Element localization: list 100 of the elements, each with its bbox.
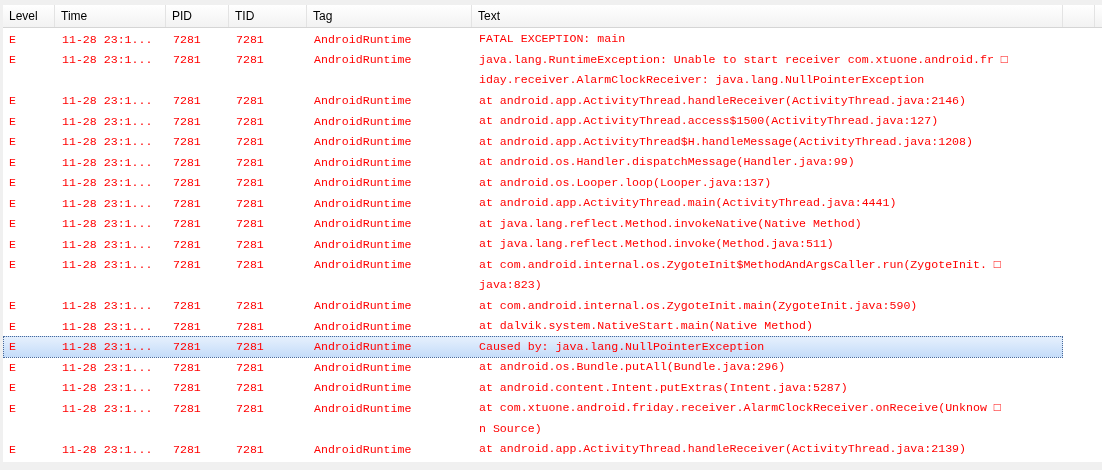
table-cell-text: 7281 bbox=[235, 441, 264, 458]
table-cell-text: 7281 bbox=[172, 113, 201, 130]
table-cell-text: 7281 bbox=[235, 298, 264, 315]
column-header[interactable]: TID bbox=[229, 5, 307, 27]
table-cell-text: AndroidRuntime bbox=[313, 380, 412, 397]
table-cell-text: 7281 bbox=[172, 400, 201, 417]
log-message: at com.xtuone.android.friday.receiver.AlarmClockReceiver.onReceive(Unknow □ n Source) bbox=[479, 400, 1001, 437]
log-row[interactable]: E 11-28 23:1... 7281 7281 AndroidRuntime at android.content.Intent.putExtras(Intent.java:5287) bbox=[3, 376, 1063, 399]
column-header[interactable]: PID bbox=[166, 5, 229, 27]
table-cell-text: 11-28 23:1... bbox=[61, 236, 153, 253]
table-cell-text: 7281 bbox=[172, 441, 201, 458]
table-cell-text: E bbox=[8, 175, 16, 192]
table-cell-text: 11-28 23:1... bbox=[61, 380, 153, 397]
table-cell-text: AndroidRuntime bbox=[313, 257, 412, 274]
log-row[interactable]: E 11-28 23:1... 7281 7281 AndroidRuntime at com.android.internal.os.ZygoteInit$MethodAndArgsCaller.run(ZygoteInit. □ java:823) bbox=[3, 253, 1063, 297]
table-cell-text: 11-28 23:1... bbox=[61, 31, 153, 48]
log-row[interactable]: E 11-28 23:1... 7281 7281 AndroidRuntime at java.lang.reflect.Method.invokeNative(Native Method) bbox=[3, 212, 1063, 235]
log-row[interactable]: E 11-28 23:1... 7281 7281 AndroidRuntime at android.app.ActivityThread.handleReceiver(ActivityThread.java:2146) bbox=[3, 89, 1063, 112]
log-row[interactable]: E 11-28 23:1... 7281 7281 AndroidRuntime at com.xtuone.android.friday.receiver.AlarmClockReceiver.onReceive(Unknow □ n Source) bbox=[3, 397, 1063, 440]
log-message: Caused by: java.lang.NullPointerException bbox=[479, 338, 765, 355]
table-cell-text: AndroidRuntime bbox=[313, 175, 412, 192]
log-row[interactable]: E 11-28 23:1... 7281 7281 AndroidRuntime at java.lang.reflect.Method.invoke(Method.java:511) bbox=[3, 233, 1063, 256]
table-cell-text: E bbox=[8, 339, 16, 356]
log-row[interactable]: E 11-28 23:1... 7281 7281 AndroidRuntime at android.os.Bundle.putAll(Bundle.java:296) bbox=[3, 356, 1063, 379]
table-cell-text: 7281 bbox=[235, 216, 264, 233]
table-cell-text: 7281 bbox=[235, 31, 264, 48]
table-cell-text: 11-28 23:1... bbox=[61, 257, 153, 274]
column-header[interactable]: Level bbox=[3, 5, 55, 27]
table-cell-text: AndroidRuntime bbox=[313, 400, 412, 417]
log-row[interactable]: E 11-28 23:1... 7281 7281 AndroidRuntime at android.app.ActivityThread.access$1500(ActivityThread.java:127) bbox=[3, 110, 1063, 133]
log-message: at java.lang.reflect.Method.invoke(Method.java:511) bbox=[479, 236, 834, 252]
table-cell-text: 7281 bbox=[172, 52, 201, 69]
table-cell-text: 7281 bbox=[172, 236, 201, 253]
table-cell-text: 7281 bbox=[235, 236, 264, 253]
column-header[interactable]: Text bbox=[472, 5, 1063, 27]
log-message: at android.app.ActivityThread.main(ActivityThread.java:4441) bbox=[479, 195, 897, 211]
table-cell-text: 7281 bbox=[172, 134, 201, 151]
log-message: at android.content.Intent.putExtras(Intent.java:5287) bbox=[479, 379, 848, 396]
table-cell-text: 7281 bbox=[235, 195, 264, 212]
table-cell-text: E bbox=[8, 113, 16, 130]
table-cell-text: AndroidRuntime bbox=[313, 216, 412, 233]
log-row[interactable]: E 11-28 23:1... 7281 7281 AndroidRuntime at dalvik.system.NativeStart.main(Native Method) bbox=[3, 315, 1063, 338]
table-cell-text: 11-28 23:1... bbox=[61, 93, 153, 110]
table-cell-text: 11-28 23:1... bbox=[61, 339, 153, 356]
table-cell-text: E bbox=[8, 441, 16, 458]
table-cell-text: 11-28 23:1... bbox=[61, 154, 153, 171]
log-row[interactable]: E 11-28 23:1... 7281 7281 AndroidRuntime at android.app.ActivityThread$H.handleMessage(ActivityThread.java:1208) bbox=[3, 130, 1063, 153]
table-cell-text: 11-28 23:1... bbox=[61, 441, 153, 458]
table-cell-text: AndroidRuntime bbox=[313, 359, 412, 376]
log-row[interactable]: E 11-28 23:1... 7281 7281 AndroidRuntime at android.os.Looper.loop(Looper.java:137) bbox=[3, 171, 1063, 194]
table-cell-text: 7281 bbox=[172, 216, 201, 233]
table-cell-text: E bbox=[8, 318, 16, 335]
table-cell-text: E bbox=[8, 236, 16, 253]
log-row[interactable]: E 11-28 23:1... 7281 7281 AndroidRuntime at android.app.ActivityThread.handleReceiver(ActivityThread.java:2139) bbox=[3, 438, 1063, 461]
log-row[interactable]: E 11-28 23:1... 7281 7281 AndroidRuntime at android.app.ActivityThread.main(ActivityThread.java:4441) bbox=[3, 192, 1063, 215]
table-cell-text: E bbox=[8, 380, 16, 397]
log-message: at android.app.ActivityThread.handleReceiver(ActivityThread.java:2146) bbox=[479, 92, 967, 109]
table-cell-text: AndroidRuntime bbox=[313, 318, 412, 335]
table-cell-text: AndroidRuntime bbox=[313, 339, 412, 356]
table-cell-text: 7281 bbox=[172, 154, 201, 171]
table-cell-text: 7281 bbox=[235, 339, 264, 356]
log-row[interactable]: E 11-28 23:1... 7281 7281 AndroidRuntime Caused by: java.lang.NullPointerException bbox=[3, 335, 1063, 358]
log-message: at android.app.ActivityThread.access$1500(ActivityThread.java:127) bbox=[479, 113, 939, 129]
table-cell-text: AndroidRuntime bbox=[313, 134, 412, 151]
log-message: at android.os.Looper.loop(Looper.java:137) bbox=[479, 174, 772, 191]
table-cell-text: 11-28 23:1... bbox=[61, 359, 153, 376]
table-cell-text: 11-28 23:1... bbox=[61, 113, 153, 130]
table-cell-text: E bbox=[8, 359, 16, 376]
table-cell-text: E bbox=[8, 195, 16, 212]
log-message: at android.os.Bundle.putAll(Bundle.java:296) bbox=[479, 359, 786, 375]
log-row[interactable]: E 11-28 23:1... 7281 7281 AndroidRuntime FATAL EXCEPTION: main bbox=[3, 28, 1063, 51]
log-row[interactable]: E 11-28 23:1... 7281 7281 AndroidRuntime at android.os.Handler.dispatchMessage(Handler.java:99) bbox=[3, 151, 1063, 174]
table-cell-text: AndroidRuntime bbox=[313, 154, 412, 171]
table-cell-text: 7281 bbox=[172, 359, 201, 376]
table-cell-text: 7281 bbox=[235, 113, 264, 130]
table-cell-text: E bbox=[8, 31, 16, 48]
table-cell-text: E bbox=[8, 154, 16, 171]
table-cell-text: 11-28 23:1... bbox=[61, 318, 153, 335]
log-row[interactable]: E 11-28 23:1... 7281 7281 AndroidRuntime at com.android.internal.os.ZygoteInit.main(ZygoteInit.java:590) bbox=[3, 294, 1063, 317]
table-cell-text: 7281 bbox=[235, 93, 264, 110]
table-cell-text: AndroidRuntime bbox=[313, 441, 412, 458]
table-cell-text: 11-28 23:1... bbox=[61, 175, 153, 192]
table-cell-text: 7281 bbox=[172, 339, 201, 356]
log-message: at android.app.ActivityThread.handleReceiver(ActivityThread.java:2139) bbox=[479, 441, 967, 457]
table-cell-text: 7281 bbox=[235, 318, 264, 335]
table-cell-text: 7281 bbox=[172, 31, 201, 48]
table-cell-text: 7281 bbox=[172, 298, 201, 315]
table-cell-text: E bbox=[8, 257, 16, 274]
table-cell-text: 7281 bbox=[172, 380, 201, 397]
table-cell-text: E bbox=[8, 216, 16, 233]
table-cell-text: 7281 bbox=[172, 175, 201, 192]
table-cell-text: 7281 bbox=[235, 52, 264, 69]
table-cell-text: AndroidRuntime bbox=[313, 113, 412, 130]
table-cell-text: 7281 bbox=[235, 400, 264, 417]
column-header[interactable]: Time bbox=[55, 5, 166, 27]
table-cell-text: E bbox=[8, 134, 16, 151]
column-header[interactable]: Tag bbox=[307, 5, 472, 27]
table-cell-text: E bbox=[8, 93, 16, 110]
log-message: at dalvik.system.NativeStart.main(Native Method) bbox=[479, 318, 813, 334]
table-cell-text: 7281 bbox=[235, 380, 264, 397]
